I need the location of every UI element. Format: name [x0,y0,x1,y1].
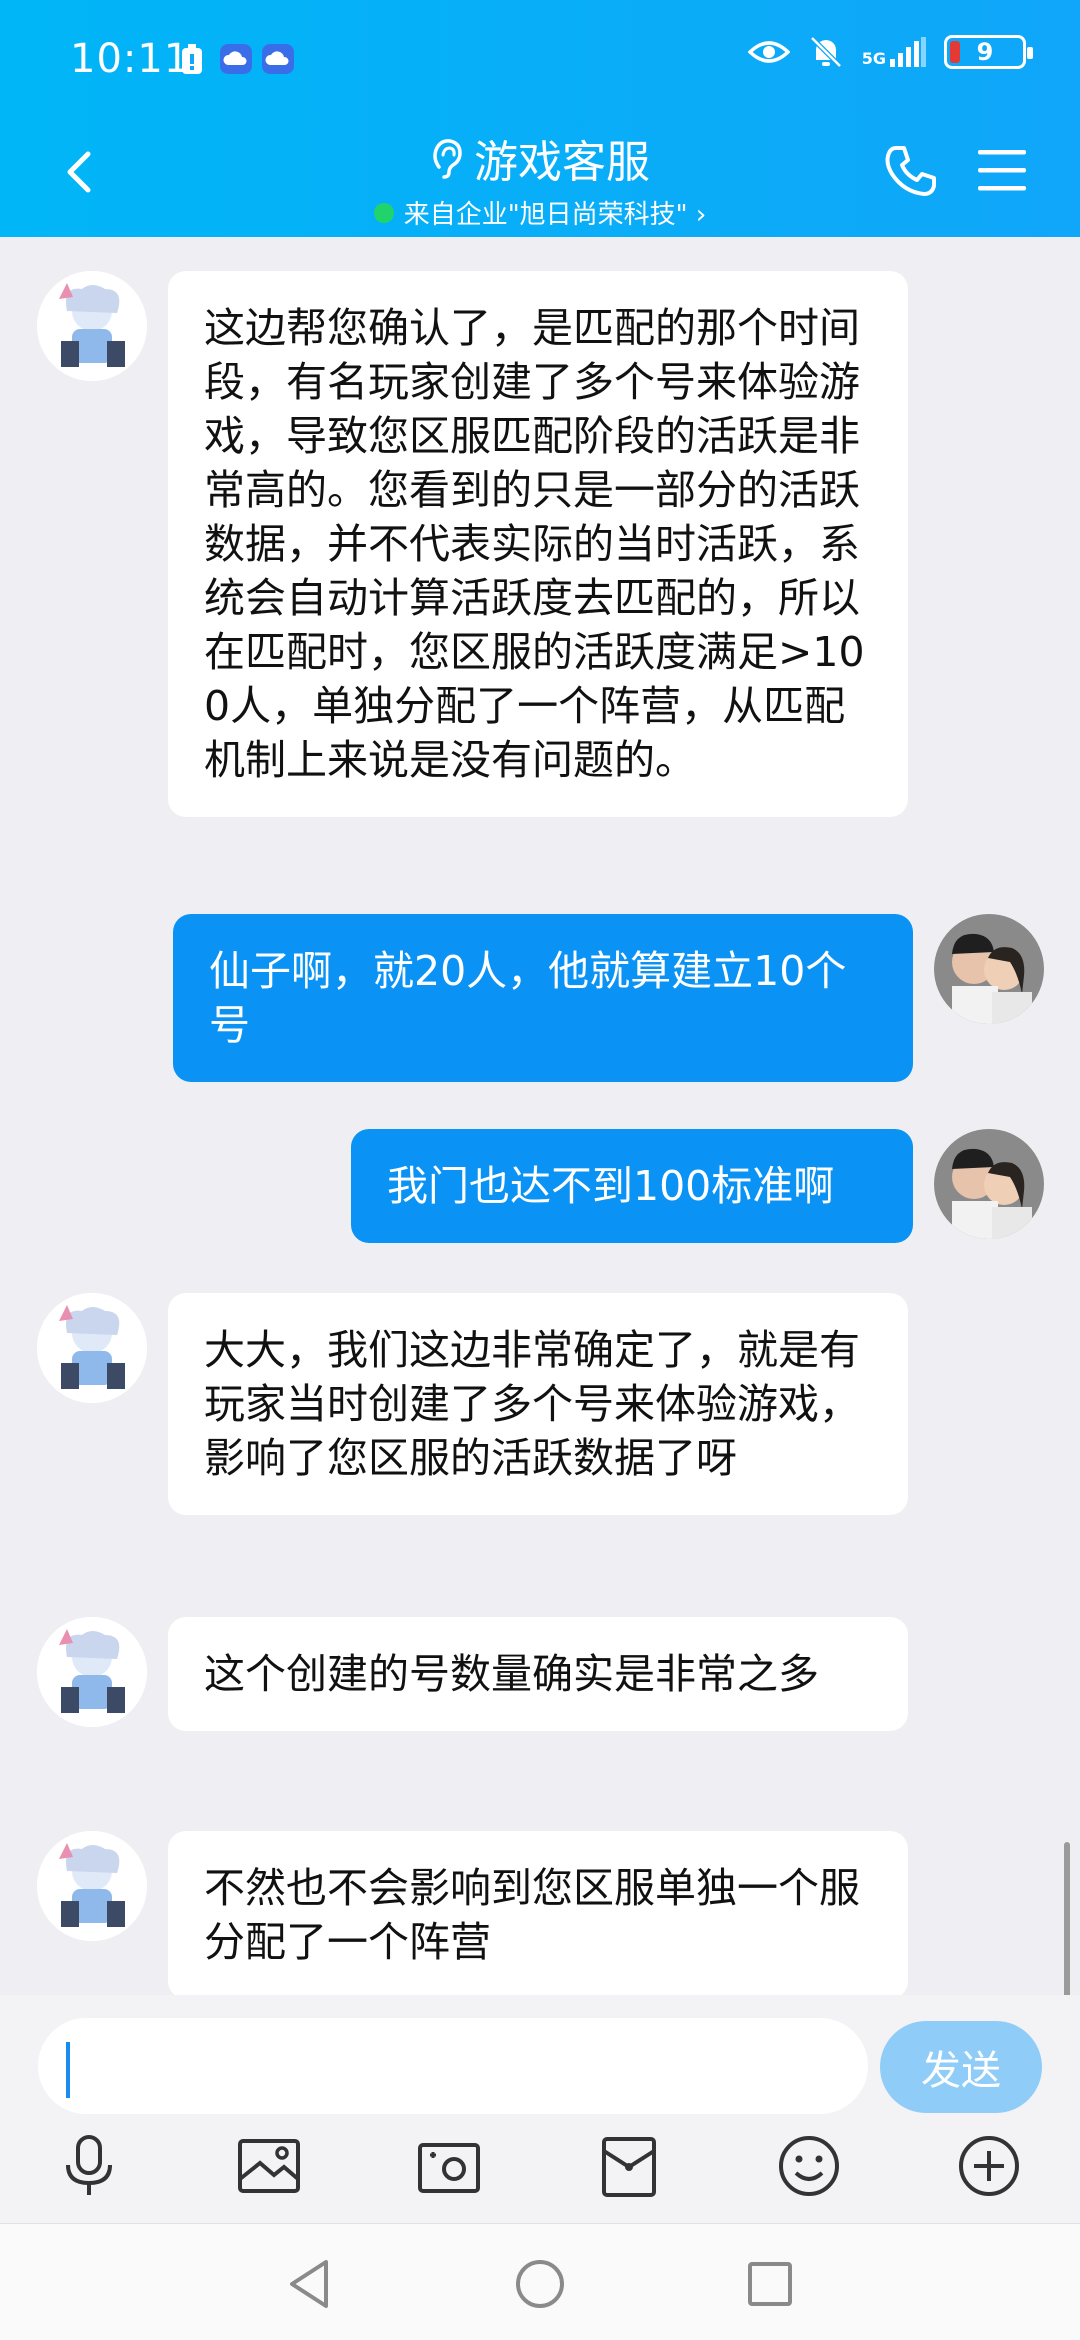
mute-bell-icon [809,36,842,68]
message-bubble[interactable]: 这边帮您确认了，是匹配的那个时间段，有名玩家创建了多个号来体验游戏，导致您区服匹… [168,271,908,817]
text-caret [66,2042,70,2098]
signal-icon [890,37,926,67]
nav-recents-icon[interactable] [742,2256,798,2312]
message-bubble[interactable]: 这个创建的号数量确实是非常之多 [168,1617,908,1731]
send-button[interactable]: 发送 [880,2021,1042,2113]
chat-screen: 10:11 5G 9 游戏客服 来自企业"旭日尚荣科技" › 这边帮您确认了，是… [0,0,1080,2340]
plus-icon[interactable] [954,2131,1024,2201]
battery-indicator: 9 [944,35,1033,69]
message-bubble[interactable]: 不然也不会影响到您区服单独一个服分配了一个阵营 [168,1831,908,1995]
message-list[interactable]: 这边帮您确认了，是匹配的那个时间段，有名玩家创建了多个号来体验游戏，导致您区服匹… [0,237,1080,1995]
agent-avatar[interactable] [37,1293,147,1403]
user-avatar[interactable] [934,1129,1044,1239]
message-bubble[interactable]: 大大，我们这边非常确定了，就是有玩家当时创建了多个号来体验游戏，影响了您区服的活… [168,1293,908,1515]
system-nav-bar [0,2223,1080,2340]
battery-level: 9 [976,38,994,66]
emoji-icon[interactable] [774,2131,844,2201]
ear-icon [433,139,462,179]
image-icon[interactable] [234,2131,304,2201]
agent-avatar[interactable] [37,271,147,381]
status-right-group: 5G 9 [747,34,1033,70]
microphone-icon[interactable] [54,2131,124,2201]
nav-home-icon[interactable] [512,2256,568,2312]
cloud-icon [220,44,252,74]
composer-toolbar [0,2131,1080,2211]
nav-back-icon[interactable] [282,2256,338,2312]
message-bubble[interactable]: 我门也达不到100标准啊 [351,1129,913,1243]
online-status-dot [373,202,394,223]
scrollbar-thumb[interactable] [1064,1842,1070,1995]
user-avatar[interactable] [934,914,1044,1024]
message-input[interactable] [38,2018,868,2114]
network-type-label: 5G [861,49,886,68]
signal-group: 5G [862,37,926,67]
eye-icon [747,41,790,63]
phone-call-button[interactable] [882,142,940,200]
nav-bar: 游戏客服 来自企业"旭日尚荣科技" › [0,120,1080,237]
agent-avatar[interactable] [37,1617,147,1727]
chat-subtitle[interactable]: 来自企业"旭日尚荣科技" › [404,194,707,231]
message-bubble[interactable]: 仙子啊，就20人，他就算建立10个号 [173,914,913,1082]
notification-battery-icon [182,44,202,74]
menu-button[interactable] [974,144,1030,196]
status-bar: 10:11 5G 9 [0,0,1080,120]
header: 10:11 5G 9 游戏客服 来自企业"旭日尚荣科技" › [0,0,1080,237]
agent-avatar[interactable] [37,1831,147,1941]
cloud-icon [262,44,294,74]
camera-icon[interactable] [414,2131,484,2201]
status-time: 10:11 [70,36,191,82]
composer: 发送 [0,1995,1080,2223]
chat-title: 游戏客服 [474,137,650,188]
red-packet-icon[interactable] [594,2131,664,2201]
